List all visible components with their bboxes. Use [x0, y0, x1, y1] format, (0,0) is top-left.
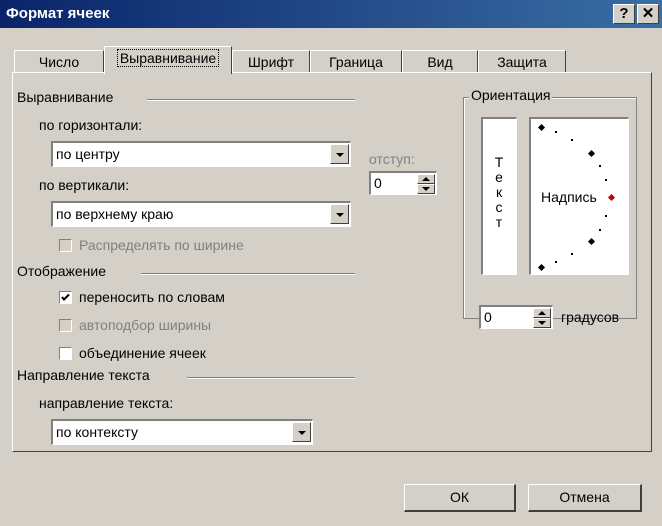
orientation-dot-icon: [555, 131, 557, 133]
indent-spin-buttons[interactable]: [417, 174, 435, 194]
degrees-spin-buttons[interactable]: [533, 308, 551, 328]
tab-border[interactable]: Граница: [310, 50, 402, 74]
vertical-label: по вертикали:: [39, 177, 130, 193]
degrees-spinner[interactable]: 0: [479, 305, 553, 329]
distribute-label: Распределять по ширине: [79, 237, 244, 253]
alignment-panel: Выравнивание по горизонтали: по центру п…: [12, 72, 652, 452]
direction-group-label: Направление текста: [17, 367, 150, 383]
orientation-dot-icon: [599, 165, 601, 167]
horizontal-select[interactable]: по центру: [51, 141, 351, 167]
orientation-sample-text: Надпись: [541, 189, 597, 205]
format-cells-dialog: Формат ячеек ? ✕ Число Выравнивание Шриф…: [0, 0, 662, 526]
orientation-dot-icon: [605, 215, 607, 217]
shrink-to-fit-label: автоподбор ширины: [79, 317, 212, 333]
chevron-down-icon: [336, 213, 344, 217]
direction-group-line: [187, 377, 355, 379]
orientation-marker-icon: [537, 263, 546, 272]
chevron-down-icon: [298, 431, 306, 435]
merge-cells-checkbox[interactable]: [59, 347, 72, 360]
vertical-dropdown-button[interactable]: [330, 204, 349, 224]
distribute-checkbox[interactable]: [59, 239, 72, 252]
tab-protection-label: Защита: [497, 54, 547, 70]
tab-alignment[interactable]: Выравнивание: [104, 46, 232, 74]
alignment-group-label: Выравнивание: [17, 89, 114, 105]
direction-select[interactable]: по контексту: [51, 419, 313, 445]
arrow-down-icon: [538, 321, 546, 325]
display-group-label: Отображение: [17, 263, 107, 279]
tab-font-label: Шрифт: [247, 54, 295, 70]
vertical-text-char: т: [495, 214, 503, 230]
help-button[interactable]: ?: [613, 4, 635, 24]
tab-font[interactable]: Шрифт: [232, 50, 310, 74]
orientation-dot-icon: [599, 229, 601, 231]
orientation-dial[interactable]: Надпись: [529, 117, 629, 275]
tab-alignment-label: Выравнивание: [116, 49, 220, 67]
alignment-group-line: [147, 99, 355, 101]
tab-number[interactable]: Число: [14, 50, 104, 74]
orientation-dot-icon: [571, 139, 573, 141]
tab-number-label: Число: [38, 54, 80, 70]
spin-up-button[interactable]: [533, 308, 551, 318]
cancel-button[interactable]: Отмена: [528, 484, 642, 512]
wrap-text-checkbox[interactable]: [59, 291, 72, 304]
tab-view[interactable]: Вид: [402, 50, 478, 74]
window-title: Формат ячеек: [6, 5, 110, 22]
orientation-dot-icon: [605, 179, 607, 181]
horizontal-dropdown-button[interactable]: [330, 144, 349, 164]
merge-cells-label: объединение ячеек: [79, 345, 206, 361]
spin-down-button[interactable]: [533, 318, 551, 328]
orientation-dot-icon: [555, 261, 557, 263]
tab-protection[interactable]: Защита: [478, 50, 566, 74]
vertical-text-char: е: [495, 169, 503, 185]
horizontal-label: по горизонтали:: [39, 117, 143, 133]
degrees-label: градусов: [561, 309, 620, 325]
vertical-text-toggle[interactable]: Т е к с т: [481, 117, 517, 275]
checkmark-icon: [61, 293, 70, 301]
shrink-to-fit-checkbox[interactable]: [59, 319, 72, 332]
direction-field-label: направление текста:: [39, 395, 174, 411]
vertical-text-char: с: [495, 199, 503, 215]
title-bar[interactable]: Формат ячеек ? ✕: [0, 0, 662, 28]
degrees-value: 0: [484, 309, 492, 325]
orientation-group-label: Ориентация: [469, 87, 553, 103]
arrow-down-icon: [422, 187, 430, 191]
vertical-value: по верхнему краю: [56, 206, 174, 222]
display-group-line: [141, 273, 355, 275]
direction-value: по контексту: [56, 424, 138, 440]
vertical-select[interactable]: по верхнему краю: [51, 201, 351, 227]
vertical-text-char: к: [495, 184, 503, 200]
horizontal-value: по центру: [56, 146, 120, 162]
orientation-marker-icon: [587, 237, 596, 246]
indent-value: 0: [374, 175, 382, 191]
spin-down-button[interactable]: [417, 184, 435, 194]
orientation-marker-icon: [587, 149, 596, 158]
close-button[interactable]: ✕: [637, 4, 659, 24]
orientation-marker-icon: [537, 123, 546, 132]
ok-button[interactable]: ОК: [404, 484, 516, 512]
wrap-text-label: переносить по словам: [79, 289, 225, 305]
vertical-text-char: Т: [494, 154, 504, 170]
arrow-up-icon: [538, 311, 546, 315]
orientation-dot-icon: [571, 253, 573, 255]
vertical-text-sample: Т е к с т: [491, 155, 507, 230]
indent-label: отступ:: [369, 151, 415, 167]
indent-spinner[interactable]: 0: [369, 171, 437, 195]
spin-up-button[interactable]: [417, 174, 435, 184]
chevron-down-icon: [336, 153, 344, 157]
arrow-up-icon: [422, 177, 430, 181]
orientation-current-marker-icon: [607, 193, 616, 202]
tab-view-label: Вид: [427, 54, 453, 70]
direction-dropdown-button[interactable]: [292, 422, 311, 442]
tab-border-label: Граница: [329, 54, 383, 70]
